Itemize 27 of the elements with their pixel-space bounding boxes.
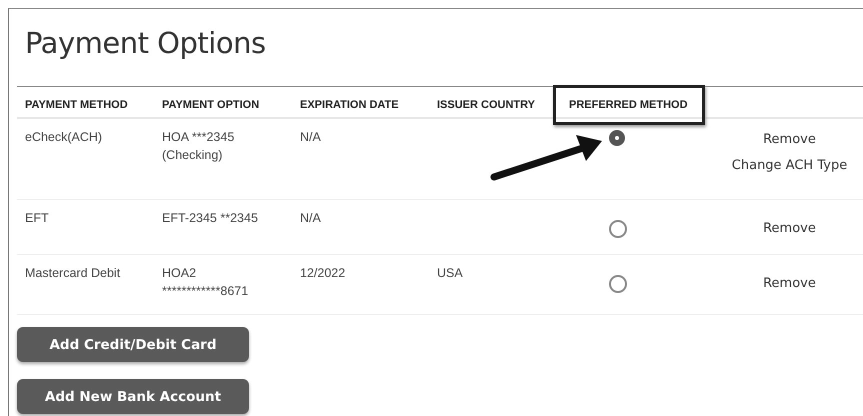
table-cell-text: HOA2 xyxy=(162,265,198,282)
action-link[interactable]: Remove xyxy=(763,275,816,293)
table-cell-text: Mastercard Debit xyxy=(25,265,122,282)
column-header: PREFERRED METHOD xyxy=(553,85,705,125)
page-title: Payment Options xyxy=(24,25,267,62)
radio-button[interactable] xyxy=(609,130,625,146)
action-link[interactable]: Remove xyxy=(763,131,816,149)
action-link[interactable]: Change ACH Type xyxy=(732,157,848,175)
table-cell-text: eCheck(ACH) xyxy=(25,129,104,146)
column-header: EXPIRATION DATE xyxy=(299,99,400,111)
table-cell-text: N/A xyxy=(300,129,322,146)
table-cell-text: 12/2022 xyxy=(300,265,346,282)
add-button[interactable]: Add New Bank Account xyxy=(17,379,249,414)
radio-button[interactable] xyxy=(609,275,627,293)
add-button[interactable]: Add Credit/Debit Card xyxy=(17,327,249,362)
column-header: ISSUER COUNTRY xyxy=(436,99,536,111)
table-cell-text: HOA ***2345 xyxy=(162,129,236,146)
table-cell-text: USA xyxy=(437,265,464,282)
action-link[interactable]: Remove xyxy=(763,220,816,238)
table-cell-text: N/A xyxy=(300,210,322,227)
table-cell-text: EFT-2345 **2345 xyxy=(162,210,259,227)
column-header: PAYMENT OPTION xyxy=(161,99,260,111)
table-cell-text: (Checking) xyxy=(162,147,224,164)
column-header: PAYMENT METHOD xyxy=(24,99,129,111)
radio-button[interactable] xyxy=(609,220,627,238)
table-cell-text: ************8671 xyxy=(162,283,250,300)
table-cell-text: EFT xyxy=(25,210,50,227)
